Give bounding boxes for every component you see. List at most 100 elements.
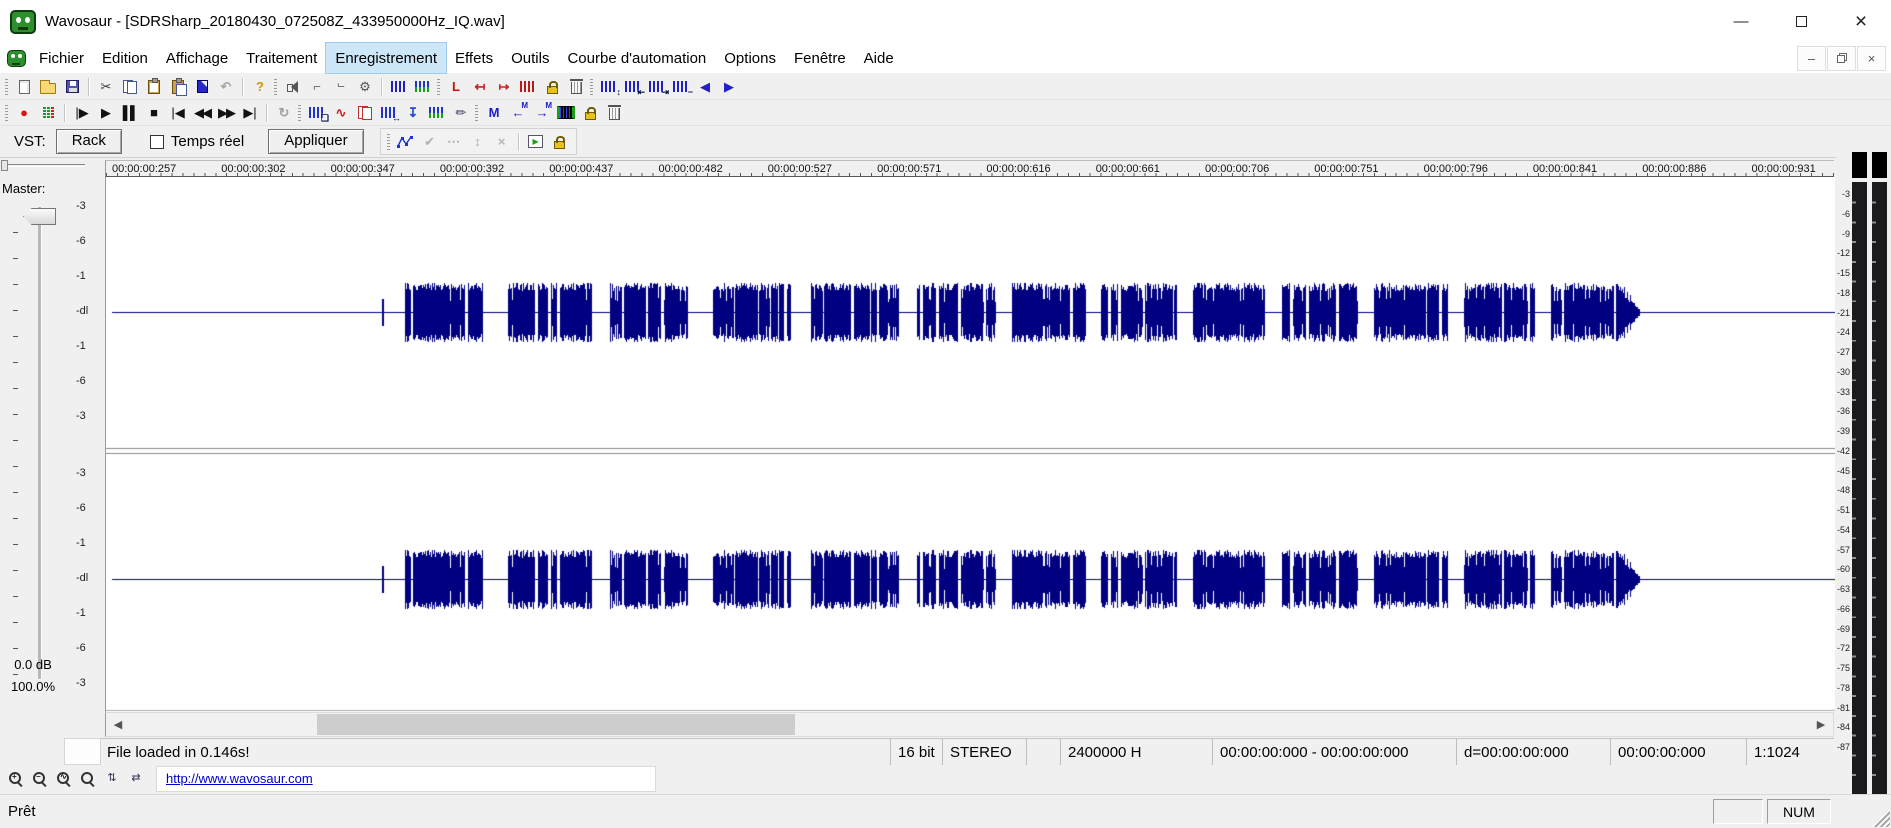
menu-effets[interactable]: Effets	[446, 43, 502, 73]
menu-options[interactable]: Options	[715, 43, 785, 73]
new-file-icon[interactable]	[12, 76, 36, 97]
master-slider-handle[interactable]	[23, 208, 56, 225]
marker-next-icon[interactable]: ↦	[492, 76, 516, 97]
menu-aide[interactable]: Aide	[855, 43, 903, 73]
connector-b-icon[interactable]: ⌐	[329, 76, 353, 97]
record-icon[interactable]: ●	[12, 102, 36, 123]
scroll-left-button[interactable]: ◀	[106, 713, 130, 736]
zoom-horizontal-icon[interactable]: ⇄	[124, 768, 148, 789]
pause-icon[interactable]: ▌▌	[118, 102, 142, 123]
nudge-right-icon[interactable]: ▶	[717, 76, 741, 97]
zoom-out-icon[interactable]: −	[28, 768, 52, 789]
menu-edition[interactable]: Edition	[93, 43, 157, 73]
analysis-icon[interactable]: ∿	[329, 102, 353, 123]
vst-apply-button[interactable]: Appliquer	[268, 129, 363, 154]
zoom-in-icon[interactable]: +	[4, 768, 28, 789]
wave-op-split-out-icon[interactable]: ⇤	[621, 76, 645, 97]
close-button[interactable]: ×	[1831, 0, 1891, 43]
marker-list-icon[interactable]	[425, 102, 449, 123]
zoom-selection-icon[interactable]: ∿	[52, 768, 76, 789]
save-file-icon[interactable]	[60, 76, 84, 97]
connector-a-icon[interactable]: ⌐	[305, 76, 329, 97]
automation-smooth-icon[interactable]: ⋯	[442, 131, 466, 152]
marker-delete-icon[interactable]	[564, 76, 588, 97]
nudge-left-icon[interactable]: ◀	[693, 76, 717, 97]
time-ruler[interactable]: 00:00:00:25700:00:00:30200:00:00:34700:0…	[105, 160, 1834, 177]
zoom-all-icon[interactable]	[76, 768, 100, 789]
autoplay-icon[interactable]	[524, 131, 548, 152]
fast-forward-icon[interactable]: ▶▶	[214, 102, 238, 123]
realtime-checkbox[interactable]	[150, 135, 164, 149]
open-file-icon[interactable]	[36, 76, 60, 97]
lock-icon[interactable]	[578, 102, 602, 123]
paste-insert-icon[interactable]	[190, 76, 214, 97]
menu-affichage[interactable]: Affichage	[157, 43, 237, 73]
scrollbar-thumb[interactable]	[317, 714, 795, 735]
resize-grip[interactable]	[1872, 809, 1890, 827]
zoom-vertical-icon[interactable]: ⇅	[100, 768, 124, 789]
scroll-right-button[interactable]: ▶	[1809, 713, 1833, 736]
app-icon	[10, 10, 36, 34]
menu-fen-tre[interactable]: Fenêtre	[785, 43, 855, 73]
marker-m-next-icon[interactable]: →M	[530, 102, 554, 123]
go-end-icon[interactable]: ▶|	[238, 102, 262, 123]
waveform-view-icon[interactable]	[387, 76, 411, 97]
maximize-button	[1796, 16, 1807, 27]
menu-fichier[interactable]: Fichier	[30, 43, 93, 73]
copy-icon[interactable]	[118, 76, 142, 97]
statistics-icon[interactable]: ↧	[401, 102, 425, 123]
undo-icon[interactable]: ↶	[214, 76, 238, 97]
maximize-button[interactable]	[1771, 0, 1831, 43]
automation-clear-icon[interactable]: ×	[490, 131, 514, 152]
marker-m-icon[interactable]: M	[482, 102, 506, 123]
help-icon[interactable]: ?	[248, 76, 272, 97]
input-monitor-icon[interactable]	[36, 102, 60, 123]
menu-courbe-d-automation[interactable]: Courbe d'automation	[558, 43, 715, 73]
wave-document-icon[interactable]: ❏	[305, 102, 329, 123]
copies-icon[interactable]	[353, 102, 377, 123]
marker-m-prev-icon[interactable]: ←M	[506, 102, 530, 123]
wave-op-split-in-icon[interactable]: ⇥	[645, 76, 669, 97]
cut-icon[interactable]: ✂	[94, 76, 118, 97]
paste-special-icon[interactable]	[166, 76, 190, 97]
play-icon[interactable]: ▶	[94, 102, 118, 123]
minimize-button[interactable]: —	[1711, 0, 1771, 43]
marker-add-icon[interactable]: L	[444, 76, 468, 97]
marker-lock-icon[interactable]	[540, 76, 564, 97]
marker-prev-icon[interactable]: ↤	[468, 76, 492, 97]
wave-op-flatten-icon[interactable]: −	[669, 76, 693, 97]
waveform-canvas[interactable]	[106, 177, 1835, 712]
master-slider-track[interactable]	[38, 207, 41, 679]
go-start-icon[interactable]: |◀	[166, 102, 190, 123]
spectrum-view-icon[interactable]	[411, 76, 435, 97]
panel-splitter[interactable]	[3, 164, 85, 167]
toolbar-separator	[64, 104, 66, 122]
automation-nodes-icon[interactable]	[394, 131, 418, 152]
horizontal-scrollbar[interactable]: ◀ ▶	[105, 712, 1834, 737]
resample-icon[interactable]: ↔	[377, 102, 401, 123]
menu-enregistrement[interactable]: Enregistrement	[326, 43, 446, 73]
mdi-restore-button[interactable]	[1827, 46, 1856, 71]
mdi-minimize-button[interactable]: –	[1797, 46, 1826, 71]
stop-icon[interactable]: ■	[142, 102, 166, 123]
rewind-icon[interactable]: ◀◀	[190, 102, 214, 123]
audio-config-icon[interactable]	[281, 76, 305, 97]
play-from-cursor-icon[interactable]: |▶	[70, 102, 94, 123]
paste-icon[interactable]	[142, 76, 166, 97]
automation-scale-icon[interactable]: ↕	[466, 131, 490, 152]
marker-all-icon[interactable]	[516, 76, 540, 97]
vst-lock-icon[interactable]	[548, 131, 572, 152]
toolbar-grip	[590, 78, 593, 95]
wave-op-expand-icon[interactable]: ↕	[597, 76, 621, 97]
automation-apply-icon[interactable]: ✔	[418, 131, 442, 152]
menu-traitement[interactable]: Traitement	[237, 43, 326, 73]
wave-display-icon[interactable]	[554, 102, 578, 123]
loop-icon[interactable]: ↻	[272, 102, 296, 123]
trash-icon[interactable]	[602, 102, 626, 123]
wrench-icon[interactable]: ⚙	[353, 76, 377, 97]
vst-rack-button[interactable]: Rack	[56, 129, 122, 154]
menu-outils[interactable]: Outils	[502, 43, 558, 73]
wavosaur-link[interactable]: http://www.wavosaur.com	[166, 771, 313, 786]
mdi-close-button[interactable]: ×	[1857, 46, 1886, 71]
pencil-icon[interactable]: ✏	[449, 102, 473, 123]
